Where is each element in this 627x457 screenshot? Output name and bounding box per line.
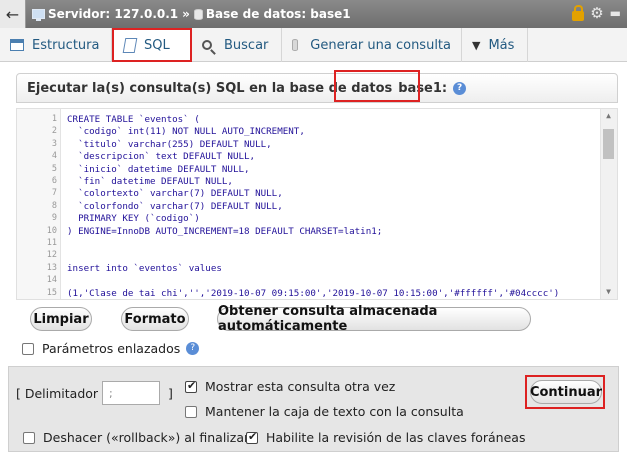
foreign-keys-label: Habilite la revisión de las claves forán… xyxy=(266,430,526,445)
delimiter-label: [ Delimitador xyxy=(16,386,99,401)
panel-heading: Ejecutar la(s) consulta(s) SQL en la bas… xyxy=(16,73,618,103)
show-query-checkbox[interactable] xyxy=(185,379,197,393)
code-line: `titulo` varchar(255) DEFAULT NULL, xyxy=(67,138,272,150)
keep-box-option[interactable]: Mantener la caja de texto con la consult… xyxy=(185,404,464,419)
scroll-up-icon[interactable]: ▲ xyxy=(603,111,614,123)
code-line: (1,'Clase de tai chi','','2019-10-07 09:… xyxy=(67,287,560,299)
sql-editor[interactable]: 1 2 3 4 5 6 7 8 9 10 11 12 13 14 15 CREATE TABLE `even… xyxy=(16,108,618,300)
tab-structure-label: Estructura xyxy=(32,37,100,53)
scrollbar-thumb[interactable] xyxy=(603,129,614,159)
code-line: `codigo` int(11) NOT NULL AUTO_INCREMENT… xyxy=(67,126,305,138)
breadcrumb-separator: » xyxy=(182,7,190,21)
scroll-down-icon[interactable]: ▼ xyxy=(603,287,614,299)
show-query-label: Mostrar esta consulta otra vez xyxy=(205,379,396,394)
tab-sql[interactable]: SQL xyxy=(112,28,192,62)
foreign-keys-checkbox[interactable] xyxy=(246,430,258,444)
tab-more[interactable]: ▼ Más xyxy=(462,28,528,62)
editor-scrollbar[interactable]: ▲ ▼ xyxy=(600,109,617,299)
line-number: 3 xyxy=(51,138,57,149)
bound-params-checkbox[interactable] xyxy=(22,342,34,355)
tab-structure[interactable]: Estructura xyxy=(0,28,112,62)
line-number: 13 xyxy=(46,262,57,273)
stored-query-button[interactable]: Obtener consulta almacenada automáticame… xyxy=(217,304,531,334)
code-line: CREATE TABLE `eventos` ( xyxy=(67,114,200,125)
collapse-icon[interactable]: ▬ xyxy=(610,6,621,20)
delimiter-input[interactable]: ; xyxy=(102,381,160,405)
tab-sql-label: SQL xyxy=(144,37,170,53)
keep-box-label: Mantener la caja de texto con la consult… xyxy=(205,404,464,419)
line-number: 8 xyxy=(51,200,57,211)
title-bar: ← Servidor: 127.0.0.1 » Base de datos: b… xyxy=(0,0,627,28)
code-line: `descripcion` text DEFAULT NULL, xyxy=(67,151,256,163)
show-query-option[interactable]: Mostrar esta consulta otra vez xyxy=(185,379,395,394)
server-icon xyxy=(32,9,45,21)
line-number: 6 xyxy=(51,176,57,186)
code-line: `fin` datetime DEFAULT NULL, xyxy=(67,176,233,187)
bound-params-option[interactable]: Parámetros enlazados ? xyxy=(22,341,200,356)
chevron-down-icon: ▼ xyxy=(472,38,481,52)
foreign-keys-option[interactable]: Habilite la revisión de las claves forán… xyxy=(246,430,525,445)
gear-icon[interactable]: ⚙ xyxy=(590,5,603,21)
breadcrumb-database[interactable]: Base de datos: base1 xyxy=(206,7,351,21)
clear-button[interactable]: Limpiar xyxy=(30,307,92,331)
editor-actions: Limpiar Formato Obtener consulta almacen… xyxy=(16,304,618,364)
line-number: 11 xyxy=(46,238,57,248)
database-highlight-box xyxy=(334,70,420,102)
search-icon xyxy=(202,40,212,50)
line-number: 9 xyxy=(51,213,57,224)
line-number: 2 xyxy=(51,126,57,137)
sql-document-icon xyxy=(122,37,138,53)
help-icon[interactable]: ? xyxy=(453,81,467,95)
tab-search[interactable]: Buscar xyxy=(192,28,282,62)
titlebar-actions: ⚙ ▬ xyxy=(572,5,621,21)
keep-box-checkbox[interactable] xyxy=(185,405,197,418)
tab-query-label: Generar una consulta xyxy=(310,37,451,53)
tab-bar: Estructura SQL Buscar Generar una consul… xyxy=(0,28,627,62)
back-button[interactable]: ← xyxy=(0,0,26,28)
table-icon xyxy=(10,39,24,51)
line-number: 4 xyxy=(51,151,57,162)
line-number: 15 xyxy=(46,287,57,298)
tab-query-builder[interactable]: Generar una consulta xyxy=(282,28,462,62)
line-number-gutter: 1 2 3 4 5 6 7 8 9 10 11 12 13 14 15 xyxy=(17,109,61,299)
help-icon[interactable]: ? xyxy=(186,342,200,355)
rollback-label: Deshacer («rollback») al finalizar xyxy=(43,430,250,445)
delimiter-label-close: ] xyxy=(168,386,173,401)
code-line: `colorfondo` varchar(7) DEFAULT NULL, xyxy=(67,200,283,212)
bound-params-label: Parámetros enlazados xyxy=(42,341,181,356)
line-number: 10 xyxy=(46,225,57,236)
lock-icon[interactable] xyxy=(572,5,585,21)
breadcrumb-server[interactable]: Servidor: 127.0.0.1 xyxy=(48,7,178,21)
rollback-option[interactable]: Deshacer («rollback») al finalizar xyxy=(23,430,249,445)
line-number: 1 xyxy=(51,114,57,124)
continue-button[interactable]: Continuar xyxy=(530,380,602,404)
tab-more-label: Más xyxy=(488,37,515,53)
line-number: 12 xyxy=(46,250,57,261)
line-number: 5 xyxy=(51,163,57,174)
format-button[interactable]: Formato xyxy=(121,307,189,331)
line-number: 7 xyxy=(51,188,57,199)
database-icon xyxy=(193,8,203,20)
code-line: ) ENGINE=InnoDB AUTO_INCREMENT=18 DEFAUL… xyxy=(67,225,383,237)
tab-search-label: Buscar xyxy=(224,37,269,53)
code-line: `inicio` datetime DEFAULT NULL, xyxy=(67,163,250,175)
breadcrumb: Servidor: 127.0.0.1 » Base de datos: bas… xyxy=(32,7,351,21)
code-line: PRIMARY KEY (`codigo`) xyxy=(67,213,200,225)
code-line: insert into `eventos` values xyxy=(67,262,222,274)
rollback-checkbox[interactable] xyxy=(23,431,35,444)
query-icon xyxy=(292,39,299,51)
line-number: 14 xyxy=(46,275,57,286)
code-line: `colortexto` varchar(7) DEFAULT NULL, xyxy=(67,188,283,200)
